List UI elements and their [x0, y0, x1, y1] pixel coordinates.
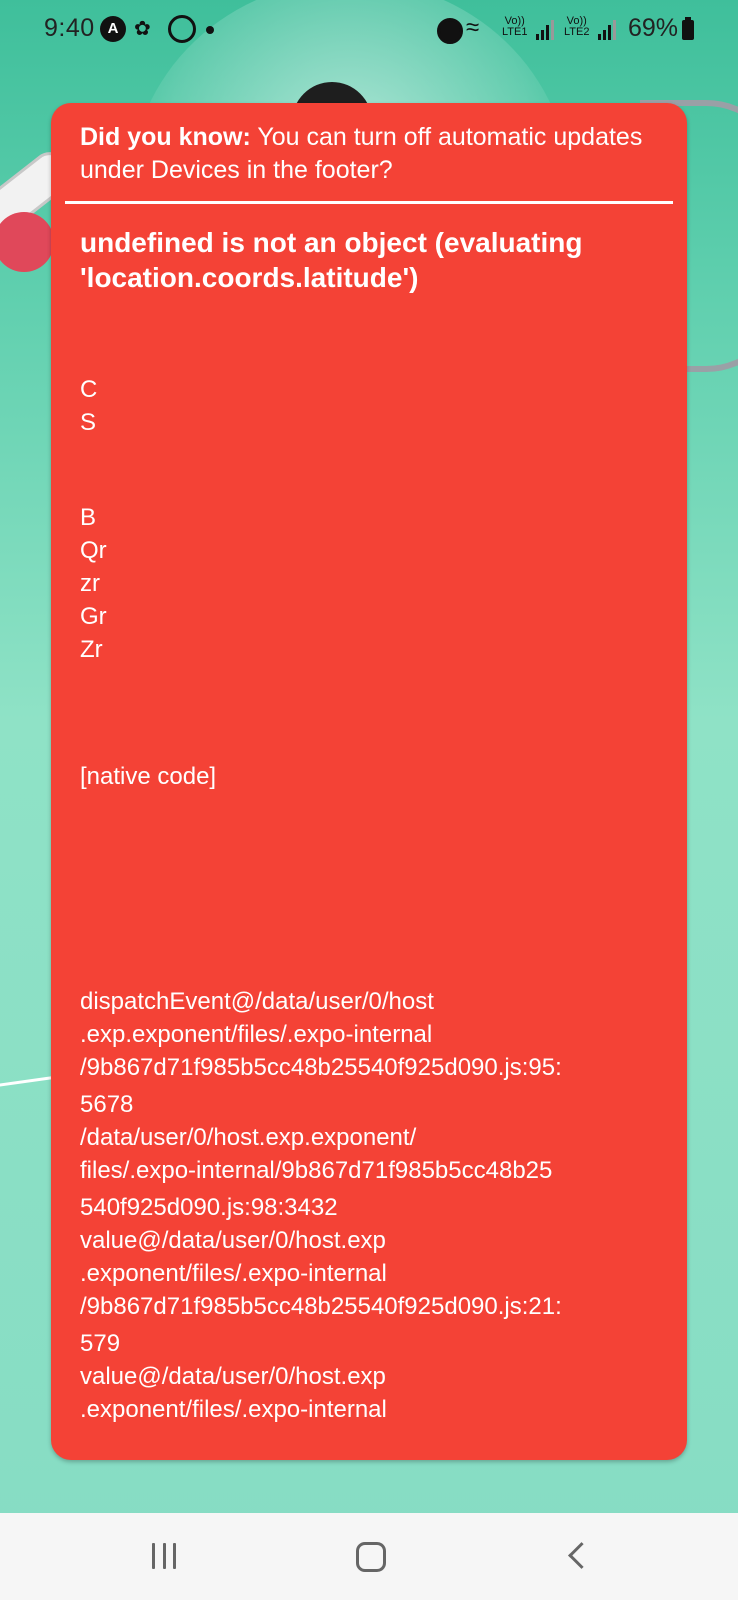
battery-percent: 69%: [628, 14, 679, 42]
sim1-indicator: Vo)) LTE1: [502, 16, 527, 38]
wifi-icon: ≈: [466, 14, 480, 41]
signal-icon: [536, 20, 554, 40]
stack-frame: value@/data/user/0/host.exp: [80, 1227, 386, 1254]
tip-label: Did you know:: [80, 123, 251, 151]
stack-frame: 579: [80, 1330, 121, 1357]
stack-frame: /9b867d71f985b5cc48b25540f925d090.js:21:: [80, 1293, 562, 1320]
alarm-icon: [437, 18, 463, 44]
back-icon[interactable]: [568, 1542, 595, 1569]
battery-icon: [682, 17, 694, 40]
thermometer-bulb-icon: [0, 212, 54, 272]
stack-frame: Gr: [80, 603, 107, 630]
app-icon: ✿: [134, 18, 151, 40]
stack-frame: .exp.exponent/files/.expo-internal: [80, 1021, 433, 1048]
stack-frame: zr: [80, 570, 100, 597]
divider: [65, 201, 673, 204]
stack-frame: dispatchEvent@/data/user/0/host: [80, 988, 434, 1015]
status-time: 9:40: [44, 14, 95, 42]
dot-icon: [206, 26, 214, 34]
stack-frame: files/.expo-internal/9b867d71f985b5cc48b…: [80, 1157, 553, 1184]
whatsapp-icon: [168, 15, 196, 43]
stack-frame: value@/data/user/0/host.exp: [80, 1363, 386, 1390]
stack-frame: /9b867d71f985b5cc48b25540f925d090.js:95:: [80, 1054, 562, 1081]
stack-frame: .exponent/files/.expo-internal: [80, 1260, 387, 1287]
stack-frame: C: [80, 376, 98, 403]
recents-icon[interactable]: [152, 1543, 176, 1569]
stack-frame: [native code]: [80, 763, 217, 790]
error-overlay[interactable]: Did you know: You can turn off automatic…: [51, 103, 687, 1460]
home-icon[interactable]: [356, 1542, 386, 1572]
sim2-network-label: LTE2: [564, 26, 590, 38]
tip-message: Did you know: You can turn off automatic…: [80, 121, 660, 187]
status-bar: 9:40 A ✿ ≈ Vo)) LTE1 Vo)) LTE2 69%: [0, 0, 738, 60]
stack-frame: 5678: [80, 1091, 134, 1118]
sim2-indicator: Vo)) LTE2: [564, 16, 589, 38]
error-message: undefined is not an object (evaluating '…: [80, 227, 583, 293]
stack-frame: S: [80, 409, 97, 436]
navigation-bar: [0, 1513, 738, 1600]
stack-frame: 540f925d090.js:98:3432: [80, 1194, 338, 1221]
signal-icon: [598, 20, 616, 40]
stack-frame: .exponent/files/.expo-internal: [80, 1396, 387, 1423]
stack-frame: /data/user/0/host.exp.exponent/: [80, 1124, 417, 1151]
a-circle-icon: A: [100, 16, 126, 42]
sim1-network-label: LTE1: [502, 26, 528, 38]
stack-frame: Zr: [80, 636, 103, 663]
stack-frame: Qr: [80, 537, 107, 564]
stack-frame: B: [80, 504, 97, 531]
